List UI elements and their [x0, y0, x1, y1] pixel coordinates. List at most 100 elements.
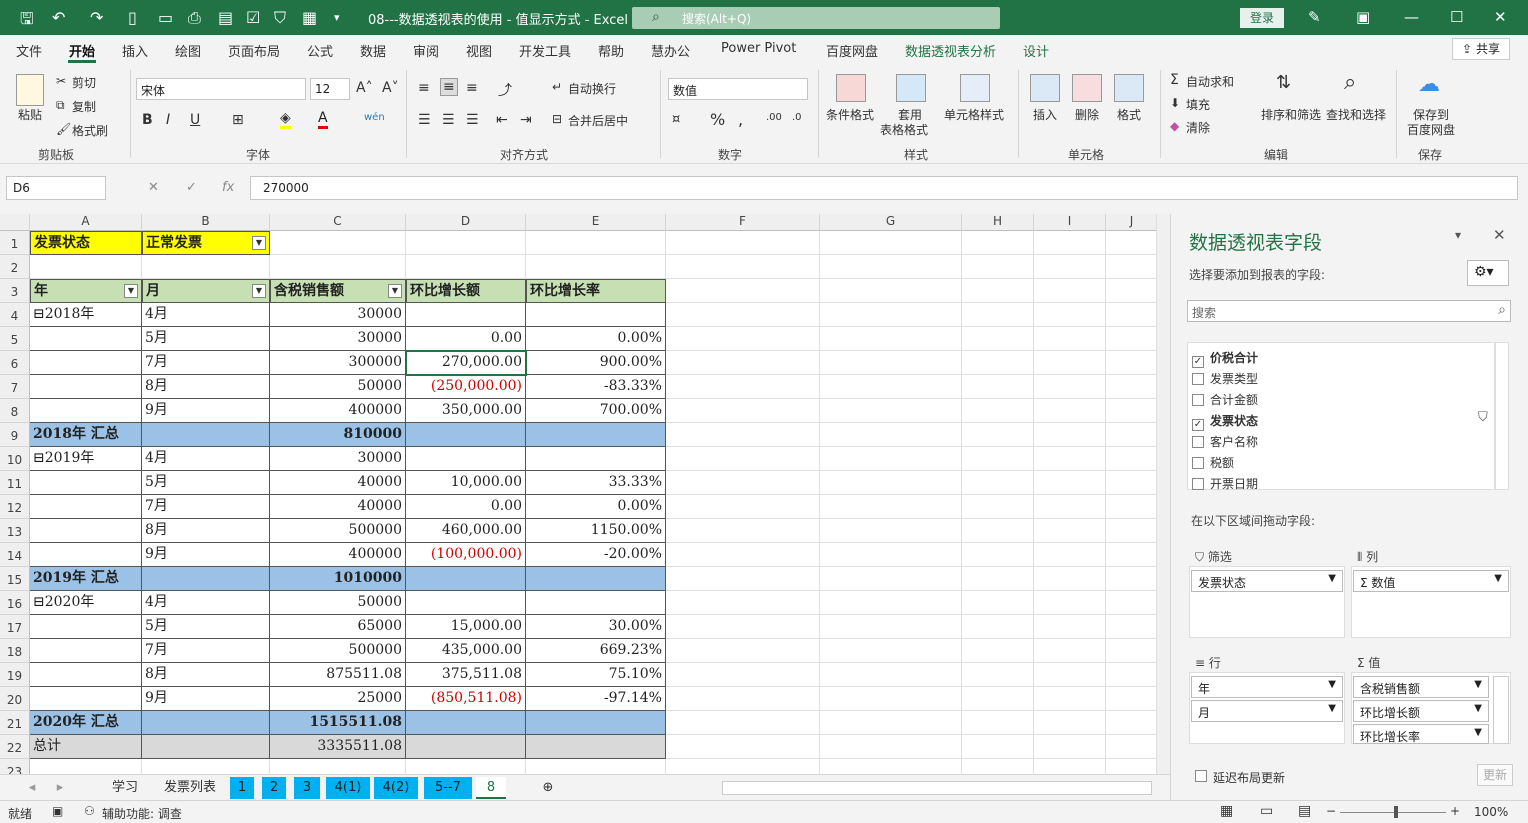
cell-styles-icon[interactable] [960, 74, 990, 102]
grid-cell[interactable] [962, 471, 1034, 495]
copy-icon[interactable]: ⧉ [56, 98, 65, 113]
worksheet-grid[interactable]: A B C D E F G H I J 1 2 3 4 5 6 7 8 9 10 11 12 13 14 15 16 17 18 19 2… [0, 214, 1158, 774]
insert-cells-icon[interactable] [1030, 74, 1060, 102]
grid-cell[interactable] [962, 687, 1034, 711]
grid-cell[interactable] [526, 255, 666, 279]
insert-function-icon[interactable]: fx [222, 180, 234, 195]
format-as-table-icon[interactable] [896, 74, 926, 102]
subtotal-label-cell[interactable]: 2019年 汇总 [30, 567, 142, 591]
grid-cell[interactable] [666, 759, 820, 774]
rate-cell[interactable] [526, 303, 666, 327]
cut-icon[interactable]: ✂ [56, 74, 66, 88]
zoom-in-icon[interactable]: + [1450, 804, 1460, 818]
field-item[interactable]: 客户名称 [1192, 433, 1258, 450]
clear-button[interactable]: 清除 [1186, 119, 1210, 136]
panel-options-icon[interactable]: ▾ [1455, 228, 1461, 242]
pivot-header-cell[interactable]: 环比增长率 [526, 279, 666, 303]
grid-cell[interactable] [1034, 255, 1106, 279]
share-button[interactable]: ⇪ 共享 [1452, 38, 1510, 60]
grid-cell[interactable] [820, 495, 962, 519]
rate-cell[interactable] [526, 591, 666, 615]
year-cell[interactable]: ⊟2020年 [30, 591, 142, 615]
tab-page-layout[interactable]: 页面布局 [228, 41, 280, 60]
grid-cell[interactable] [30, 255, 142, 279]
diff-cell[interactable]: 0.00 [406, 327, 526, 351]
decrease-decimal-icon[interactable]: .0 [792, 112, 802, 123]
rate-cell[interactable]: 33.33% [526, 471, 666, 495]
grid-cell[interactable] [666, 519, 820, 543]
grid-cell[interactable] [820, 423, 962, 447]
row-header[interactable]: 5 [0, 327, 30, 351]
grid-cell[interactable] [1034, 495, 1106, 519]
grid-cell[interactable] [666, 639, 820, 663]
normal-view-icon[interactable]: ▦ [1220, 803, 1233, 819]
grid-cell[interactable] [820, 663, 962, 687]
grid-cell[interactable] [820, 375, 962, 399]
zoom-out-icon[interactable]: − [1326, 804, 1336, 818]
column-header[interactable]: D [406, 214, 526, 231]
grid-cell[interactable] [526, 759, 666, 774]
column-header[interactable]: F [666, 214, 820, 231]
grid-cell[interactable] [1034, 639, 1106, 663]
year-cell[interactable]: ⊟2019年 [30, 447, 142, 471]
subtotal-amount-cell[interactable]: 1515511.08 [270, 711, 406, 735]
tab-home[interactable]: 开始 [69, 41, 95, 60]
row-header[interactable]: 18 [0, 639, 30, 663]
pivot-header-cell[interactable]: 含税销售额 [270, 279, 406, 303]
align-top-icon[interactable]: ≡ [418, 80, 430, 96]
sheet-tab[interactable]: 8 [476, 777, 506, 799]
grid-cell[interactable] [1106, 759, 1158, 774]
grid-cell[interactable] [820, 639, 962, 663]
field-checkbox[interactable]: ✓ [1192, 419, 1204, 431]
month-cell[interactable]: 7月 [142, 639, 270, 663]
panel-close-icon[interactable]: ✕ [1493, 226, 1506, 244]
grid-cell[interactable] [666, 495, 820, 519]
phonetic-icon[interactable]: wén [364, 112, 385, 123]
subtotal-cell[interactable] [142, 711, 270, 735]
column-field-pill[interactable]: Σ 数值 ▼ [1353, 570, 1509, 592]
grid-cell[interactable] [1106, 735, 1158, 759]
tab-huibangong[interactable]: 慧办公 [651, 41, 690, 60]
amount-cell[interactable]: 25000 [270, 687, 406, 711]
conditional-format-icon[interactable] [836, 74, 866, 102]
row-header[interactable]: 4 [0, 303, 30, 327]
amount-cell[interactable]: 50000 [270, 591, 406, 615]
grid-cell[interactable] [962, 591, 1034, 615]
grid-cell[interactable] [666, 423, 820, 447]
row-header[interactable]: 7 [0, 375, 30, 399]
filter-dropdown-icon[interactable]: ▼ [388, 284, 402, 298]
save-icon[interactable]: 🖫 [20, 8, 34, 35]
grid-cell[interactable] [820, 279, 962, 303]
grid-cell[interactable] [666, 255, 820, 279]
zoom-slider-thumb[interactable] [1394, 806, 1398, 818]
diff-cell[interactable]: 15,000.00 [406, 615, 526, 639]
year-cell[interactable] [30, 519, 142, 543]
grid-cell[interactable] [666, 303, 820, 327]
find-select-button[interactable]: 查找和选择 [1326, 106, 1386, 123]
rate-cell[interactable]: -83.33% [526, 375, 666, 399]
sheet-tab[interactable]: 3 [294, 777, 320, 799]
page-layout-view-icon[interactable]: ▭ [1260, 803, 1273, 819]
grid-cell[interactable] [526, 231, 666, 255]
grid-cell[interactable] [666, 735, 820, 759]
grand-total-cell[interactable] [406, 735, 526, 759]
grid-cell[interactable] [962, 279, 1034, 303]
field-item[interactable]: 税额 [1192, 454, 1234, 471]
grid-cell[interactable] [1106, 543, 1158, 567]
diff-cell[interactable]: 375,511.08 [406, 663, 526, 687]
undo-icon[interactable]: ↶ [52, 8, 65, 27]
amount-cell[interactable]: 300000 [270, 351, 406, 375]
grid-cell[interactable] [1034, 519, 1106, 543]
amount-cell[interactable]: 50000 [270, 375, 406, 399]
defer-update-checkbox[interactable] [1195, 770, 1207, 782]
grid-cell[interactable] [666, 543, 820, 567]
grid-cell[interactable] [820, 543, 962, 567]
vertical-scrollbar[interactable] [1156, 214, 1170, 774]
row-field-pill[interactable]: 年 ▼ [1191, 676, 1343, 698]
amount-cell[interactable]: 40000 [270, 495, 406, 519]
fill-icon[interactable]: ⬇ [1170, 96, 1180, 110]
grid-cell[interactable] [1106, 687, 1158, 711]
row-header[interactable]: 23 [0, 759, 30, 774]
rate-cell[interactable] [526, 447, 666, 471]
column-header[interactable]: G [820, 214, 962, 231]
